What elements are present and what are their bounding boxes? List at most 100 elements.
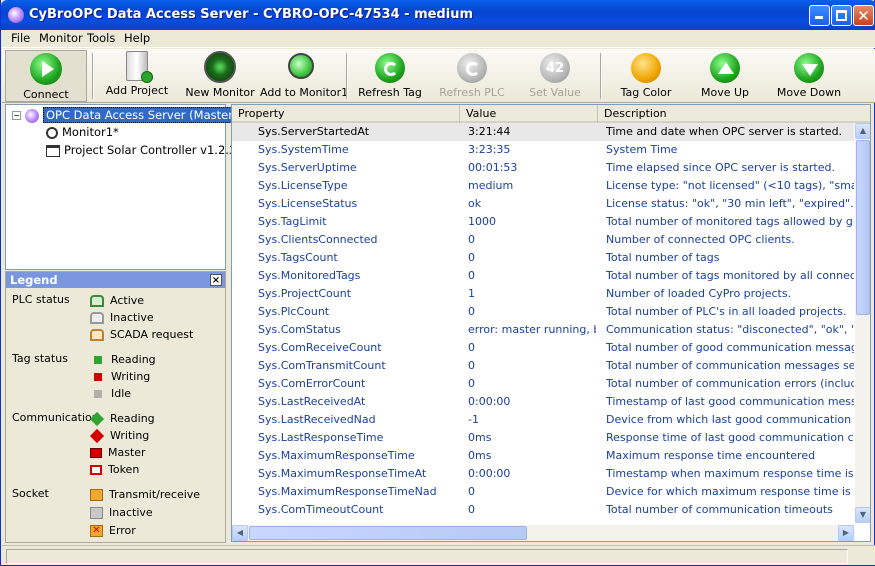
scroll-thumb[interactable] — [249, 526, 527, 540]
add-to-monitor-button[interactable]: Add to Monitor1 — [260, 51, 348, 101]
cell-value: medium — [468, 179, 514, 192]
tree-node-label: Project Solar Controller v1.2.3 — [64, 143, 237, 157]
close-icon[interactable]: × — [210, 274, 222, 286]
menu-help[interactable]: Help — [124, 31, 150, 45]
table-row[interactable]: Sys.ServerStartedAt 3:21:44 Time and date … — [232, 123, 854, 141]
cell-description: Number of loaded CyPro projects. — [606, 287, 792, 300]
column-header-description[interactable]: Description — [598, 105, 870, 123]
table-row[interactable]: Sys.LicenseStatus ok License status: "ok",… — [232, 195, 854, 213]
column-header-property[interactable]: Property — [232, 105, 460, 123]
table-row[interactable]: Sys.PlcCount 0 Total number of PLC's in al… — [232, 303, 854, 321]
add-project-label: Add Project — [105, 84, 169, 97]
collapse-icon[interactable]: − — [12, 111, 21, 120]
title-bar[interactable]: CyBroOPC Data Access Server - CYBRO-OPC-… — [1, 0, 875, 30]
cell-description: Timestamp when maximum response time is … — [606, 467, 854, 480]
table-row[interactable]: Sys.LastResponseTime 0ms Response time of … — [232, 429, 854, 447]
reading-square-icon — [94, 356, 102, 364]
table-row[interactable]: Sys.ClientsConnected 0 Number of connected… — [232, 231, 854, 249]
table-row[interactable]: Sys.LastReceivedNad -1 Device from which l… — [232, 411, 854, 429]
radar-icon — [204, 51, 236, 83]
table-row[interactable]: Sys.ComTransmitCount 0 Total number of com… — [232, 357, 854, 375]
legend-item: Writing — [89, 428, 149, 444]
plc-inactive-icon — [90, 312, 104, 324]
tree-node-project[interactable]: Project Solar Controller v1.2.3 — [46, 142, 236, 159]
arrow-up-icon — [710, 53, 740, 83]
legend-item: Writing — [90, 370, 150, 383]
socket-error-icon: ✕ — [90, 525, 103, 537]
legend-item: ✕ Error — [90, 524, 136, 537]
table-row[interactable]: Sys.LicenseType medium License type: "not … — [232, 177, 854, 195]
table-row[interactable]: Sys.MaximumResponseTime 0ms Maximum respon… — [232, 447, 854, 465]
cell-property: Sys.ComReceiveCount — [258, 341, 382, 354]
menu-monitor[interactable]: Monitor — [39, 31, 83, 45]
table-row[interactable]: Sys.ProjectCount 1 Number of loaded CyPro … — [232, 285, 854, 303]
cell-description: Total number of communication errors (in… — [606, 377, 854, 390]
add-project-button[interactable]: Add Project — [100, 51, 174, 101]
table-row[interactable]: Sys.ComTimeoutCount 0 Total number of comm… — [232, 501, 854, 519]
refresh-icon — [457, 53, 487, 83]
move-up-button[interactable]: Move Up — [692, 51, 758, 101]
table-row[interactable]: Sys.MonitoredTags 0 Total number of tags m… — [232, 267, 854, 285]
grid-header: Property Value Description — [232, 105, 870, 123]
cell-description: System Time — [606, 143, 678, 156]
legend-item: Active — [90, 294, 144, 307]
set-value-button[interactable]: 42 Set Value — [522, 51, 588, 101]
cell-description: Time and date when OPC server is started… — [606, 125, 843, 138]
table-row[interactable]: Sys.ComReceiveCount 0 Total number of good… — [232, 339, 854, 357]
refresh-tag-label: Refresh Tag — [358, 86, 422, 99]
table-row[interactable]: Sys.MaximumResponseTimeNad 0 Device for wh… — [232, 483, 854, 501]
cell-value: 3:21:44 — [468, 125, 511, 138]
scroll-left-icon[interactable]: ◀ — [232, 525, 248, 541]
table-row[interactable]: Sys.TagsCount 0 Total number of tags — [232, 249, 854, 267]
toolbar-separator — [92, 53, 94, 99]
cell-property: Sys.SystemTime — [258, 143, 349, 156]
table-row[interactable]: Sys.TagLimit 1000 Total number of monitore… — [232, 213, 854, 231]
connect-button[interactable]: Connect — [5, 50, 87, 102]
move-down-button[interactable]: Move Down — [774, 51, 844, 101]
project-tree: − OPC Data Access Server (Master) Monitor… — [5, 104, 241, 270]
plc-scada-icon — [90, 329, 104, 341]
tree-node-monitor[interactable]: Monitor1* — [46, 124, 119, 141]
menu-file[interactable]: File — [11, 31, 30, 45]
column-header-value[interactable]: Value — [460, 105, 598, 123]
tag-color-button[interactable]: Tag Color — [612, 51, 680, 101]
horizontal-scrollbar[interactable]: ◀ ▶ — [232, 525, 854, 541]
table-row[interactable]: Sys.SystemTime 3:23:35 System Time — [232, 141, 854, 159]
close-button[interactable]: ✕ — [853, 5, 874, 26]
cell-property: Sys.LastResponseTime — [258, 431, 384, 444]
legend-group-tag: Tag status — [12, 352, 68, 365]
refresh-plc-button[interactable]: Refresh PLC — [438, 51, 506, 101]
new-monitor-label: New Monitor — [185, 86, 255, 99]
cell-value: 0:00:00 — [468, 395, 511, 408]
cell-property: Sys.TagsCount — [258, 251, 338, 264]
cell-description: Communication status: "disconected", "ok… — [606, 323, 854, 336]
cell-description: Total number of tags monitored by all co… — [606, 269, 854, 282]
cell-value: 0 — [468, 305, 475, 318]
refresh-tag-button[interactable]: Refresh Tag — [356, 51, 424, 101]
add-project-icon — [126, 51, 153, 83]
scroll-right-icon[interactable]: ▶ — [838, 525, 854, 541]
resize-grip-icon[interactable] — [852, 549, 870, 564]
scroll-thumb[interactable] — [856, 140, 870, 315]
menu-tools[interactable]: Tools — [87, 31, 115, 45]
cell-property: Sys.ComTimeoutCount — [258, 503, 384, 516]
minimize-button[interactable] — [809, 5, 830, 26]
table-row[interactable]: Sys.ServerUptime 00:01:53 Time elapsed sin… — [232, 159, 854, 177]
cell-property: Sys.PlcCount — [258, 305, 330, 318]
toolbar-separator — [600, 53, 602, 99]
scroll-down-icon[interactable]: ▼ — [855, 507, 870, 523]
table-row[interactable]: Sys.LastReceivedAt 0:00:00 Timestamp of la… — [232, 393, 854, 411]
cell-value: 0 — [468, 485, 475, 498]
maximize-button[interactable] — [831, 5, 852, 26]
cell-description: Total number of tags — [606, 251, 720, 264]
table-row[interactable]: Sys.ComStatus error: master running, bu..… — [232, 321, 854, 339]
new-monitor-button[interactable]: New Monitor — [184, 51, 256, 101]
table-row[interactable]: Sys.ComErrorCount 0 Total number of commun… — [232, 375, 854, 393]
cell-description: Total number of good communication messa… — [606, 341, 854, 354]
tag-grid: Property Value Description Sys.ServerSta… — [231, 104, 871, 542]
table-row[interactable]: Sys.MaximumResponseTimeAt 0:00:00 Timestam… — [232, 465, 854, 483]
vertical-scrollbar[interactable]: ▲ ▼ — [855, 123, 870, 523]
scroll-up-icon[interactable]: ▲ — [855, 123, 870, 139]
tree-node-label: Monitor1* — [62, 125, 119, 139]
tree-node-server[interactable]: − OPC Data Access Server (Master) — [12, 107, 241, 124]
